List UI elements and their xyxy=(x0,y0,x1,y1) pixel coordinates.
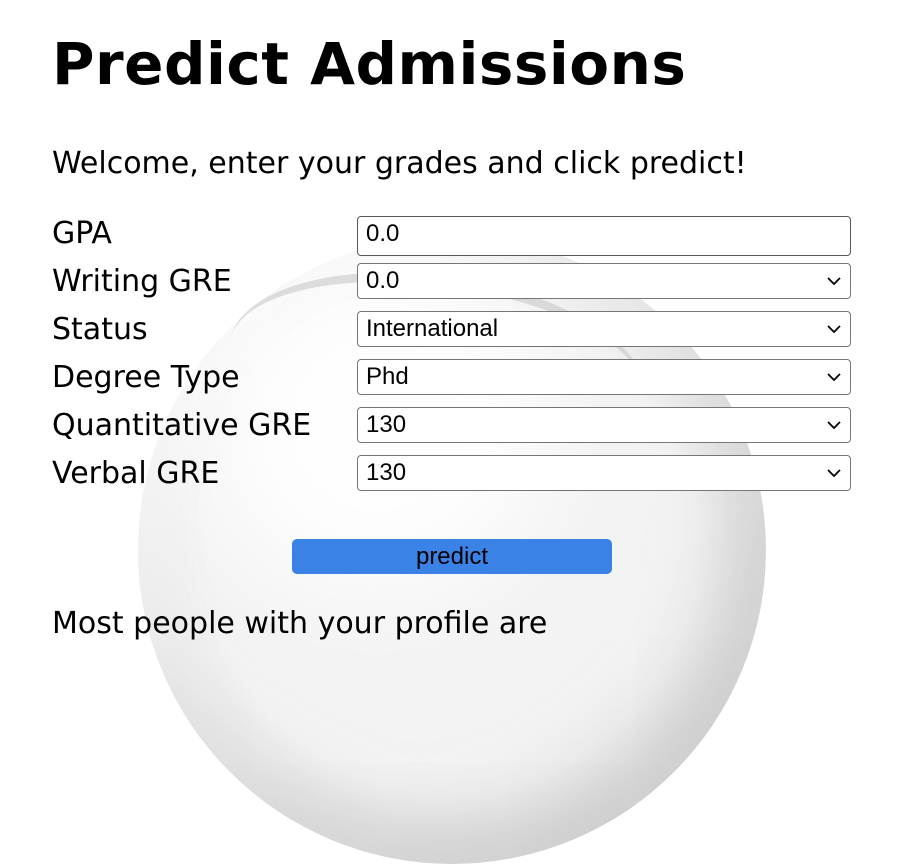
quantitative-gre-row: Quantitative GRE 130 xyxy=(52,407,852,445)
status-row: Status International xyxy=(52,311,852,349)
gpa-label: GPA xyxy=(52,216,112,251)
quantitative-gre-select[interactable]: 130 xyxy=(357,407,851,443)
degree-type-select-value: Phd xyxy=(366,363,409,390)
status-select[interactable]: International xyxy=(357,311,851,347)
status-label: Status xyxy=(52,312,148,347)
chevron-down-icon xyxy=(827,469,841,478)
chevron-down-icon xyxy=(827,325,841,334)
writing-gre-select-value: 0.0 xyxy=(366,267,400,294)
result-text: Most people with your profile are xyxy=(52,606,548,641)
gpa-row: GPA 0.0 xyxy=(52,215,852,256)
degree-type-select[interactable]: Phd xyxy=(357,359,851,395)
chevron-down-icon xyxy=(827,277,841,286)
page-title: Predict Admissions xyxy=(52,30,687,98)
quantitative-gre-select-value: 130 xyxy=(366,411,407,438)
verbal-gre-row: Verbal GRE 130 xyxy=(52,455,852,493)
writing-gre-row: Writing GRE 0.0 xyxy=(52,263,852,301)
writing-gre-select[interactable]: 0.0 xyxy=(357,263,851,299)
predict-button[interactable]: predict xyxy=(292,539,612,574)
gpa-input[interactable]: 0.0 xyxy=(357,216,851,256)
writing-gre-label: Writing GRE xyxy=(52,264,232,299)
verbal-gre-select[interactable]: 130 xyxy=(357,455,851,491)
degree-type-label: Degree Type xyxy=(52,360,240,395)
degree-type-row: Degree Type Phd xyxy=(52,359,852,397)
gpa-input-value: 0.0 xyxy=(366,220,400,247)
verbal-gre-label: Verbal GRE xyxy=(52,456,220,491)
quantitative-gre-label: Quantitative GRE xyxy=(52,408,312,443)
chevron-down-icon xyxy=(827,373,841,382)
chevron-down-icon xyxy=(827,421,841,430)
verbal-gre-select-value: 130 xyxy=(366,459,407,486)
welcome-text: Welcome, enter your grades and click pre… xyxy=(52,146,747,181)
status-select-value: International xyxy=(366,315,499,342)
